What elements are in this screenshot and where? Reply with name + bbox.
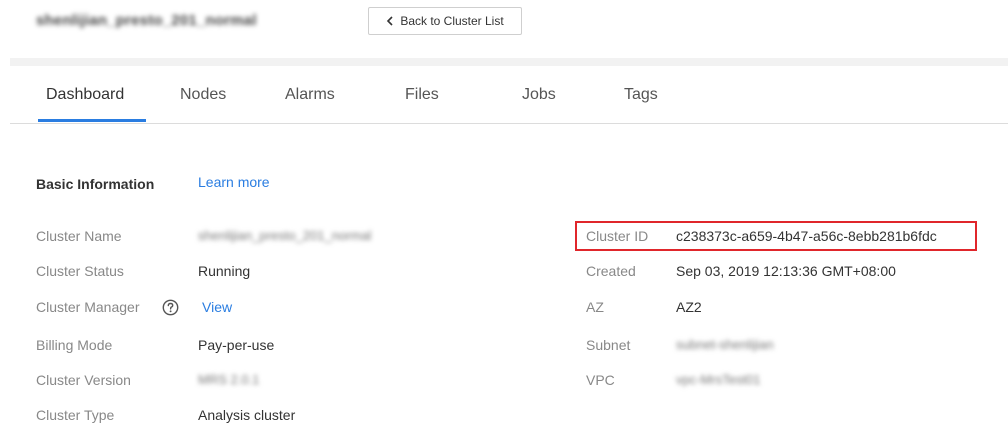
cluster-name-value: shenlijian_presto_201_normal (198, 228, 372, 243)
cluster-version-label: Cluster Version (36, 372, 131, 388)
cluster-manager-view-link[interactable]: View (202, 299, 232, 315)
created-value: Sep 03, 2019 12:13:36 GMT+08:00 (676, 263, 896, 279)
tab-dashboard[interactable]: Dashboard (46, 86, 124, 104)
learn-more-link[interactable]: Learn more (198, 174, 270, 190)
tab-files[interactable]: Files (405, 86, 439, 104)
subnet-value: subnet-shenlijian (676, 337, 774, 352)
tab-bar: Dashboard Nodes Alarms Files Jobs Tags (10, 66, 1008, 124)
tab-nodes[interactable]: Nodes (180, 86, 226, 104)
tab-jobs[interactable]: Jobs (522, 86, 556, 104)
chevron-left-icon (387, 16, 393, 26)
vpc-value: vpc-MrsTest01 (676, 372, 761, 387)
back-to-cluster-list-button[interactable]: Back to Cluster List (368, 7, 522, 35)
billing-mode-value: Pay-per-use (198, 337, 275, 353)
question-circle-icon[interactable] (162, 299, 179, 316)
cluster-type-value: Analysis cluster (198, 407, 296, 423)
cluster-id-label: Cluster ID (586, 228, 649, 244)
subnet-label: Subnet (586, 337, 631, 353)
cluster-manager-label: Cluster Manager (36, 299, 140, 315)
az-value: AZ2 (676, 299, 702, 315)
vpc-label: VPC (586, 372, 615, 388)
created-label: Created (586, 263, 636, 279)
tab-tags[interactable]: Tags (624, 86, 658, 104)
cluster-name-label: Cluster Name (36, 228, 122, 244)
cluster-status-value: Running (198, 263, 251, 279)
header-divider-band (10, 58, 1008, 66)
cluster-id-value: c238373c-a659-4b47-a56c-8ebb281b6fdc (676, 228, 937, 244)
tab-alarms[interactable]: Alarms (285, 86, 335, 104)
cluster-version-value: MRS 2.0.1 (198, 372, 260, 387)
cluster-name-title: shenlijian_presto_201_normal (36, 12, 257, 29)
section-title-basic-information: Basic Information (36, 176, 155, 192)
az-label: AZ (586, 299, 604, 315)
back-button-label: Back to Cluster List (400, 14, 504, 28)
billing-mode-label: Billing Mode (36, 337, 113, 353)
cluster-status-label: Cluster Status (36, 263, 124, 279)
cluster-type-label: Cluster Type (36, 407, 115, 423)
active-tab-indicator (38, 119, 146, 122)
